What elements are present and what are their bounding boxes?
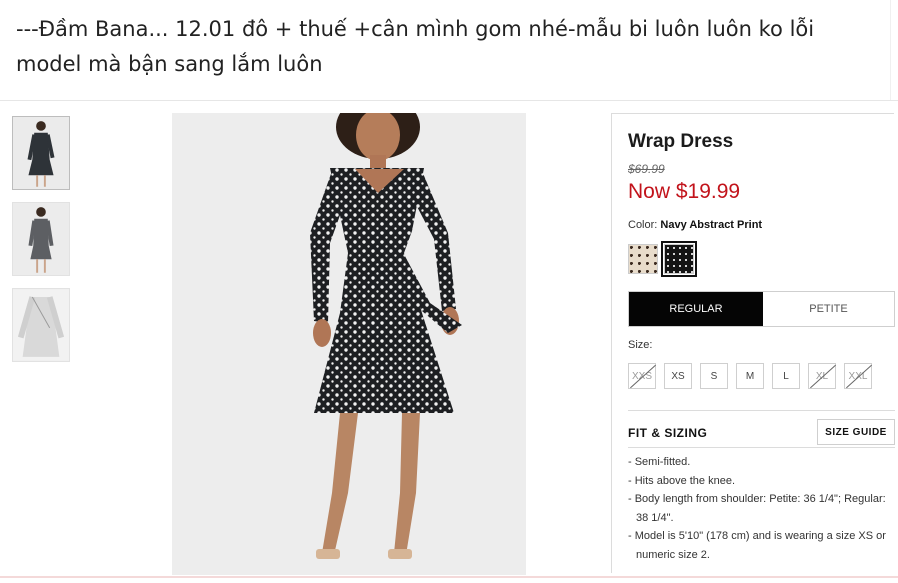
- fit-type-tabs: REGULAR PETITE: [628, 291, 895, 327]
- size-option-xs[interactable]: XS: [664, 363, 692, 389]
- size-option-m[interactable]: M: [736, 363, 764, 389]
- original-price: $69.99: [628, 162, 665, 176]
- fit-details-list: - Semi-fitted. - Hits above the knee. - …: [628, 453, 894, 564]
- tab-petite[interactable]: PETITE: [763, 292, 894, 326]
- size-guide-button[interactable]: SIZE GUIDE: [817, 419, 895, 445]
- thumbnail-flat[interactable]: [12, 288, 70, 362]
- tab-regular[interactable]: REGULAR: [629, 292, 763, 326]
- sale-price: Now $19.99: [628, 180, 741, 203]
- color-swatches: [628, 241, 697, 277]
- thumbnail-list: [12, 116, 72, 374]
- section-divider: [628, 410, 895, 411]
- size-label: Size:: [628, 339, 653, 351]
- scroll-edge: [890, 0, 898, 100]
- section-divider: [628, 447, 895, 448]
- dress-front-thumb-image: [13, 117, 69, 189]
- product-title: Wrap Dress: [628, 131, 734, 152]
- post-caption: ---Đầm Bana... 12.01 đô + thuế +cân mình…: [16, 17, 815, 76]
- product-detail-panel: Wrap Dress $69.99 Now $19.99 Color: Navy…: [611, 113, 895, 573]
- size-option-xxl[interactable]: XXL: [844, 363, 872, 389]
- list-item: - Semi-fitted.: [628, 456, 691, 468]
- dress-flat-thumb-image: [13, 289, 69, 361]
- swatch-navy-abstract-print[interactable]: [661, 241, 697, 277]
- color-selection-label: Color: Navy Abstract Print: [628, 219, 762, 231]
- size-option-xl[interactable]: XL: [808, 363, 836, 389]
- main-product-image[interactable]: [172, 113, 526, 575]
- color-label: Color:: [628, 219, 658, 231]
- list-item: - Hits above the knee.: [628, 474, 736, 487]
- fit-sizing-heading: FIT & SIZING: [628, 426, 708, 440]
- divider: [0, 100, 898, 101]
- size-option-s[interactable]: S: [700, 363, 728, 389]
- size-option-l[interactable]: L: [772, 363, 800, 389]
- swatch-animal-print[interactable]: [628, 244, 658, 274]
- color-value: Navy Abstract Print: [660, 219, 763, 231]
- thumbnail-back[interactable]: [12, 202, 70, 276]
- bottom-edge: [0, 576, 898, 578]
- thumbnail-front[interactable]: [12, 116, 70, 190]
- model-wearing-dress-illustration: [172, 113, 526, 575]
- size-options: XXS XS S M L XL XXL: [628, 363, 872, 389]
- list-item: - Model is 5'10" (178 cm) and is wearing…: [628, 530, 886, 561]
- dress-back-thumb-image: [13, 203, 69, 275]
- size-option-xxs[interactable]: XXS: [628, 363, 656, 389]
- list-item: - Body length from shoulder: Petite: 36 …: [628, 493, 886, 524]
